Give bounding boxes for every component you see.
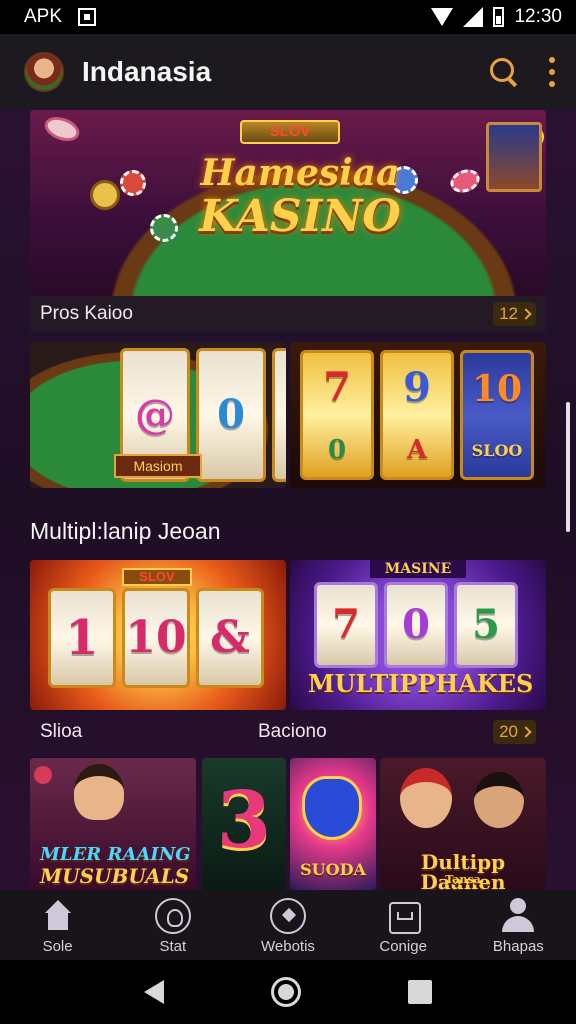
profile-circle-icon	[154, 898, 191, 934]
tile-text-line1: MLER RAAING	[40, 844, 191, 865]
mask-icon	[302, 776, 362, 840]
game-tile-classic-slot[interactable]: 7 0 9 A 10 SLOO	[290, 342, 546, 488]
nav-label: Sole	[42, 938, 73, 955]
reel: &	[272, 348, 286, 482]
scrollbar[interactable]	[566, 402, 570, 532]
tile-text-line2: Tansa	[445, 873, 481, 886]
person-icon	[500, 898, 536, 934]
chip-icon	[120, 170, 146, 196]
avatar[interactable]	[24, 52, 64, 92]
reel: 10 SLOO	[460, 350, 534, 480]
screenshot-icon	[78, 8, 97, 26]
character-avatar-icon	[400, 768, 452, 828]
back-icon[interactable]	[143, 980, 164, 1004]
tile-plate: Masiom	[114, 454, 202, 478]
game-tile-mask[interactable]: SUODA	[290, 758, 376, 890]
bottom-nav: Sole Stat Webotis Conige Bhapas	[0, 890, 576, 960]
reel: 0	[384, 582, 448, 668]
nav-label: Conige	[379, 938, 427, 955]
battery-icon	[493, 7, 505, 27]
wifi-icon	[431, 8, 454, 26]
clock: 12:30	[514, 6, 562, 27]
hero-count-badge[interactable]: 12	[493, 302, 536, 326]
carrier-label: APK	[24, 6, 63, 27]
search-icon[interactable]	[486, 54, 522, 90]
player-avatar-icon	[74, 764, 124, 820]
app-bar: Indanasia	[0, 34, 576, 110]
sparkle-circle-icon	[269, 898, 306, 934]
badge-icon	[34, 766, 52, 784]
signal-icon	[463, 7, 484, 27]
tile-caption: MULTIPPHAKES	[308, 669, 534, 698]
nav-item-conige[interactable]: Conige	[353, 898, 453, 955]
chip-icon	[41, 112, 83, 146]
hero-caption-row[interactable]: Pros Kaioo 12	[30, 296, 546, 332]
reel: &	[196, 588, 264, 688]
character-avatar-icon	[474, 772, 524, 828]
game-tile-fire-slot[interactable]: SLOV 1 10 &	[30, 560, 286, 710]
reel: 1	[48, 588, 116, 688]
more-options-icon[interactable]	[548, 57, 556, 87]
game-tile-multiplier-slot[interactable]: MASINE 7 0 5 MULTIPPHAKES	[290, 560, 546, 710]
home-button-icon[interactable]	[270, 977, 301, 1007]
content-feed[interactable]: SLOV Hamesiaa KASINO Pros Kaioo 12 @ 0 &…	[0, 110, 576, 890]
game-tile-racing[interactable]: MLER RAAING MUSUBUALS	[30, 758, 196, 890]
chevron-right-icon	[520, 308, 532, 320]
nav-label: Webotis	[261, 938, 315, 955]
chip-icon	[90, 180, 120, 210]
row2-label-right: Baciono	[258, 721, 327, 742]
wallet-icon	[385, 898, 422, 934]
tile-sign: MASINE	[370, 560, 466, 578]
row2-labels: Slioa Baciono 20	[30, 714, 546, 750]
hero-sign: SLOV	[240, 120, 340, 144]
hero-title-line2: KASINO	[199, 191, 401, 242]
row2-count-badge[interactable]: 20	[493, 720, 536, 744]
chevron-right-icon	[520, 726, 532, 738]
hero-banner[interactable]: SLOV Hamesiaa KASINO	[30, 110, 546, 296]
tile-sign: SLOV	[122, 568, 192, 586]
hero-caption: Pros Kaioo	[40, 303, 133, 324]
app-title: Indanasia	[82, 56, 212, 87]
row2-count: 20	[499, 722, 518, 741]
home-icon	[40, 898, 76, 934]
game-tile-duo[interactable]: Dultipp Daanen Tansa	[380, 758, 546, 890]
tile-text: SUODA	[300, 860, 366, 879]
system-nav-bar	[0, 960, 576, 1024]
reel: 10	[122, 588, 190, 688]
nav-label: Bhapas	[492, 938, 544, 955]
tile-symbol: 3	[216, 775, 272, 866]
reel: 5	[454, 582, 518, 668]
nav-label: Stat	[159, 938, 187, 955]
hero-count: 12	[499, 304, 518, 323]
game-tile-number[interactable]: 3	[202, 758, 286, 890]
chip-icon	[447, 165, 483, 197]
reel: 0	[196, 348, 266, 482]
game-tile-table-slot[interactable]: @ 0 & Masiom	[30, 342, 286, 488]
reel: 7 0	[300, 350, 374, 480]
recent-apps-icon[interactable]	[408, 980, 433, 1004]
status-bar: APK 12:30	[0, 0, 576, 34]
nav-item-profile[interactable]: Bhapas	[468, 898, 568, 955]
reel: 9 A	[380, 350, 454, 480]
nav-item-home[interactable]: Sole	[8, 898, 108, 955]
tile-text-line2: MUSUBUALS	[40, 864, 190, 888]
section-title: Multipl:lanip Jeoan	[30, 518, 221, 544]
slot-machine-icon	[486, 122, 542, 192]
hero-title: Hamesiaa KASINO	[170, 155, 430, 239]
nav-item-stat[interactable]: Stat	[123, 898, 223, 955]
hero-title-line1: Hamesiaa	[200, 152, 400, 194]
nav-item-webotis[interactable]: Webotis	[238, 898, 338, 955]
reel: 7	[314, 582, 378, 668]
